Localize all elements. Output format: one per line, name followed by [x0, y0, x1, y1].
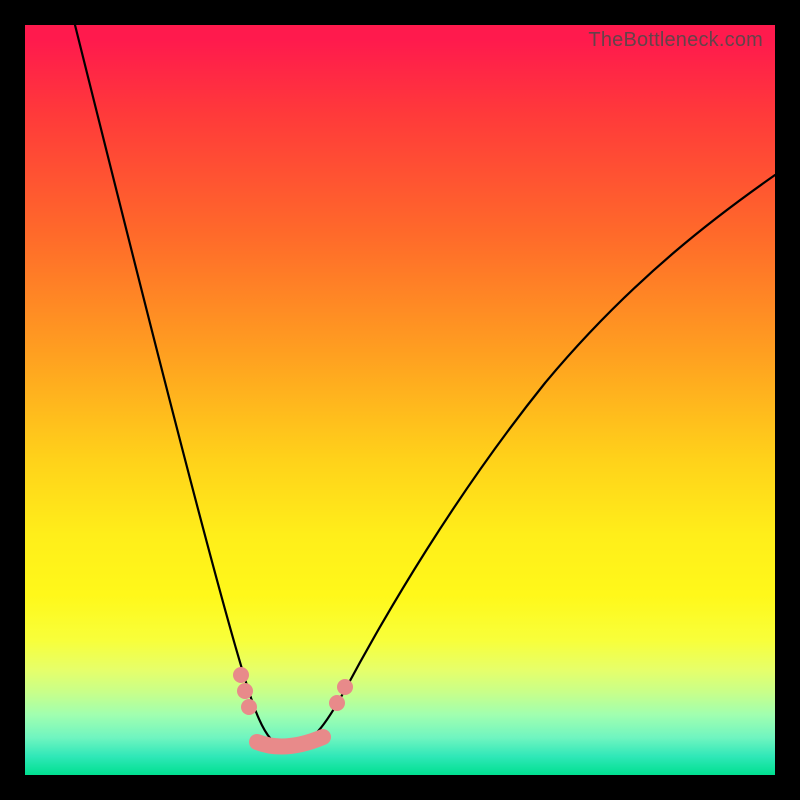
chart-plot-area: TheBottleneck.com — [25, 25, 775, 775]
data-dot — [241, 699, 257, 715]
trough-marker — [257, 737, 323, 746]
data-dot — [337, 679, 353, 695]
data-dot — [329, 695, 345, 711]
data-dot — [233, 667, 249, 683]
bottleneck-curve — [75, 25, 775, 748]
data-dot — [237, 683, 253, 699]
curve-svg — [25, 25, 775, 775]
